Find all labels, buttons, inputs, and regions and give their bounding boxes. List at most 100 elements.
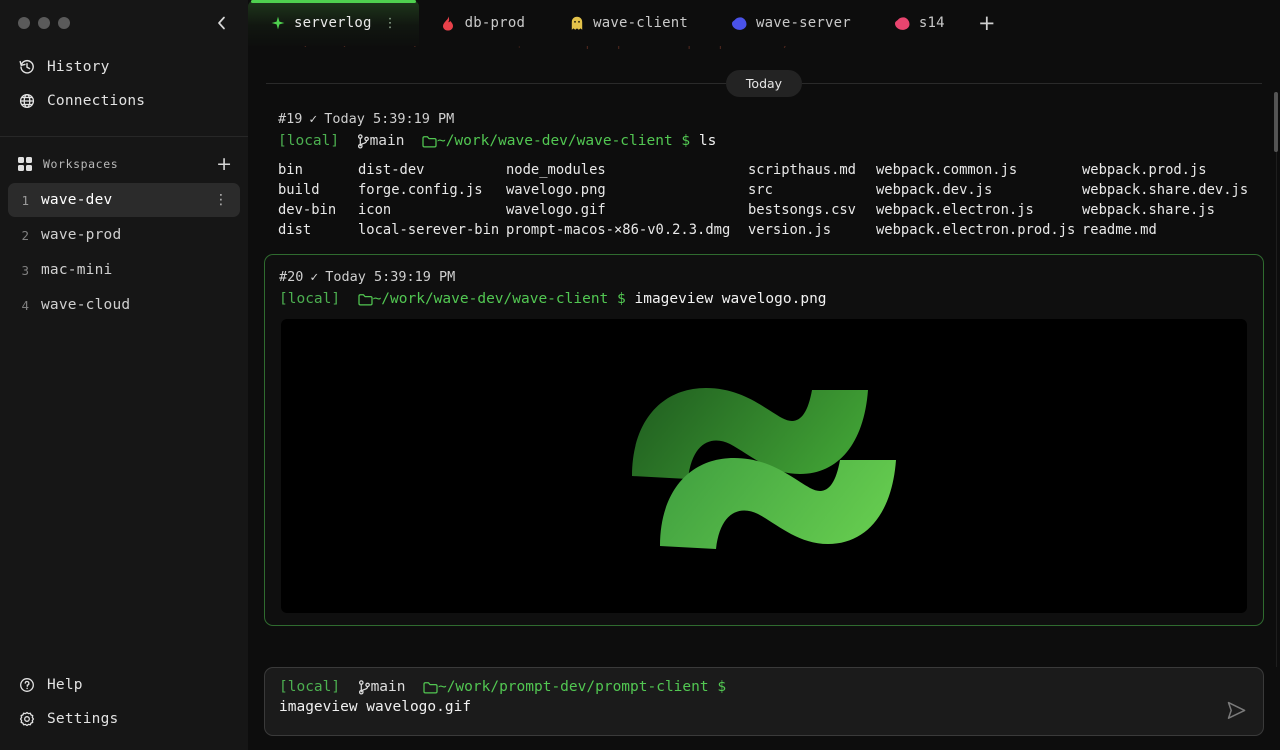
workspace-menu-icon[interactable]: ⋮ [214,193,228,207]
command-input-column: [local] main ~/work/prompt-dev/prompt-cl… [279,679,1223,715]
workspace-index: 2 [21,227,29,243]
block-id: #20 [279,269,304,285]
sidebar-item-history[interactable]: History [0,50,248,84]
flame-icon [441,16,456,31]
block-timestamp: Today 5:39:19 PM [325,269,456,285]
prompt-command: ls [698,133,717,149]
prompt-dollar: $ [681,133,691,149]
sidebar-divider [0,136,248,137]
main-panel: serverlog ⋮ db-prod wave-client wave-ser… [248,0,1280,750]
prompt-branch: main [369,133,405,149]
wave-logo-image [632,388,896,549]
sidebar-footer: Help Settings [0,668,248,750]
ls-cell: scripthaus.md [748,162,856,178]
close-button[interactable] [18,17,30,29]
add-workspace-button[interactable]: + [216,154,232,174]
sidebar-item-label: Settings [47,711,119,727]
workspace-index: 3 [21,262,29,278]
tab-serverlog[interactable]: serverlog ⋮ [248,0,419,46]
app-window: History Connections Workspaces + 1 wave-… [0,0,1280,750]
divider-line-right [802,83,1262,84]
terminal-block-19[interactable]: #19 ✓ Today 5:39:19 PM [local] main ~/wo… [264,111,1264,240]
input-prompt-line: [local] main ~/work/prompt-dev/prompt-cl… [279,679,1223,695]
ls-cell: build [278,182,320,198]
sidebar-item-help[interactable]: Help [0,668,248,702]
collapse-sidebar-icon[interactable] [210,12,232,34]
workspaces-title: Workspaces [43,157,119,171]
day-divider: Today [264,70,1264,97]
folder-icon [422,135,437,148]
ls-output: bin dist-dev node_modules scripthaus.md … [278,160,1264,240]
folder-icon [423,681,438,694]
tab-label: s14 [918,15,945,31]
ls-cell: webpack.electron.js [876,202,1034,218]
ls-cell: bestsongs.csv [748,202,856,218]
tab-label: wave-client [593,15,688,31]
workspace-item-wave-dev[interactable]: 1 wave-dev ⋮ [8,183,240,217]
block-timestamp: Today 5:39:19 PM [324,111,455,127]
ls-row: dist local-serever-bin prompt-macos-×86-… [278,220,1264,240]
ls-cell: version.js [748,222,832,238]
ls-cell: dev-bin [278,202,337,218]
ls-cell: forge.config.js [358,182,483,198]
day-divider-label: Today [725,70,803,97]
tab-wave-server[interactable]: wave-server [710,0,873,46]
send-icon[interactable] [1223,697,1249,723]
input-prompt-branch: main [370,679,406,695]
gear-icon [18,711,35,728]
maximize-button[interactable] [58,17,70,29]
sidebar: History Connections Workspaces + 1 wave-… [0,0,248,750]
sidebar-item-label: Help [47,677,83,693]
scrolled-off-line: ~/work/wave-dev/wave-client $ ls -la pro… [264,46,1264,62]
ls-cell: webpack.share.dev.js [1082,182,1249,198]
ls-cell: webpack.prod.js [1082,162,1207,178]
window-traffic-lights [18,17,70,29]
terminal-block-20[interactable]: #20 ✓ Today 5:39:19 PM [local] ~/work/wa… [264,254,1264,626]
ls-cell: node_modules [506,162,606,178]
sidebar-item-settings[interactable]: Settings [0,702,248,736]
blob-icon [732,16,747,31]
workspace-index: 4 [21,297,29,313]
workspace-item-wave-prod[interactable]: 2 wave-prod [8,218,240,252]
globe-icon [18,93,35,110]
prompt-command: imageview wavelogo.png [634,291,827,307]
ls-row: bin dist-dev node_modules scripthaus.md … [278,160,1264,180]
ls-cell: wavelogo.gif [506,202,606,218]
ls-row: dev-bin icon wavelogo.gif bestsongs.csv … [278,200,1264,220]
prompt-line: [local] main ~/work/wave-dev/wave-client… [278,133,1264,149]
window-titlebar [0,0,248,46]
ls-cell: webpack.common.js [876,162,1018,178]
workspace-label: mac-mini [41,262,113,278]
ls-cell: readme.md [1082,222,1157,238]
scrollbar-thumb[interactable] [1274,92,1278,152]
status-check-icon: ✓ [309,111,318,127]
prompt-path: ~/work/wave-dev/wave-client [372,291,609,307]
ls-cell: icon [358,202,392,218]
tab-menu-icon[interactable]: ⋮ [384,16,397,31]
workspace-item-wave-cloud[interactable]: 4 wave-cloud [8,288,240,322]
ls-cell: bin [278,162,303,178]
ls-row: build forge.config.js wavelogo.png src w… [278,180,1264,200]
ghost-icon [569,16,584,31]
input-prompt-dollar: $ [717,679,727,695]
new-tab-button[interactable]: + [967,0,1007,46]
tab-wave-client[interactable]: wave-client [547,0,710,46]
tab-s14[interactable]: s14 [873,0,967,46]
ls-cell: dist [278,222,312,238]
prompt-line: [local] ~/work/wave-dev/wave-client $ im… [279,291,1249,307]
sidebar-item-connections[interactable]: Connections [0,84,248,118]
tab-label: serverlog [294,15,372,31]
workspaces-header: Workspaces + [0,145,248,183]
tab-db-prod[interactable]: db-prod [419,0,547,46]
workspace-item-mac-mini[interactable]: 3 mac-mini [8,253,240,287]
block-header: #20 ✓ Today 5:39:19 PM [279,269,1249,285]
minimize-button[interactable] [38,17,50,29]
history-icon [18,59,35,76]
status-check-icon: ✓ [310,269,319,285]
sidebar-item-label: Connections [47,93,146,109]
tab-bar: serverlog ⋮ db-prod wave-client wave-ser… [248,0,1280,46]
command-input-box[interactable]: [local] main ~/work/prompt-dev/prompt-cl… [264,667,1264,736]
command-input-area: [local] main ~/work/prompt-dev/prompt-cl… [248,667,1280,750]
command-input[interactable]: imageview wavelogo.gif [279,699,1223,715]
terminal-scroll-area[interactable]: ~/work/wave-dev/wave-client $ ls -la pro… [248,46,1280,667]
